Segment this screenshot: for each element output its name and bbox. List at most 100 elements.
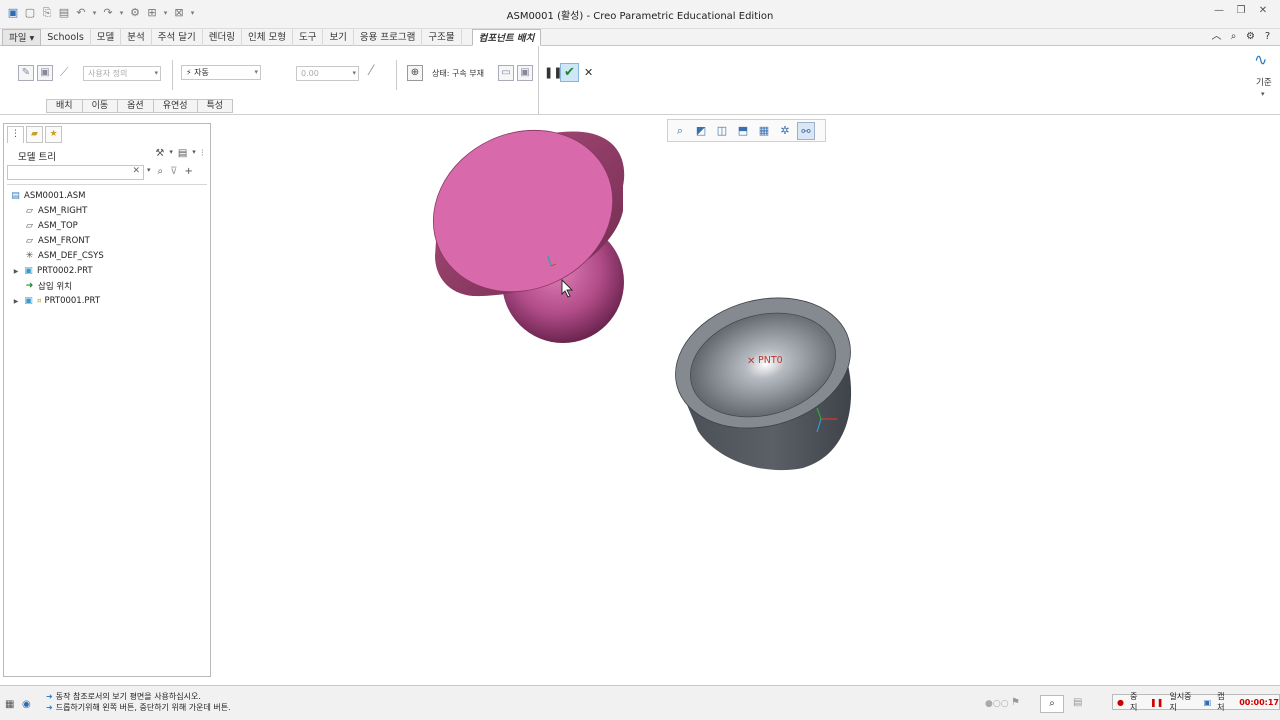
record-pause-icon[interactable]: ❚❚ <box>1150 698 1163 707</box>
progress-dots-icon: ●○○ <box>985 699 1009 709</box>
constraint-set-combo[interactable]: 사용자 정의 ▾ <box>83 66 161 81</box>
menu-tools[interactable]: 도구 <box>293 29 324 46</box>
model-tree-panel: ⋮ ▰ ★ 모델 트리 ⚒ ▾ ▤ ▾ ⁝ ✕ ▾ ⌕ ⊽ + ▤ ASM000… <box>3 123 211 677</box>
show-dropdown-icon[interactable]: ▾ <box>192 148 196 159</box>
ribbon: ✎ ▣ ⟋ 사용자 정의 ▾ ⚡ 자동 ▾ 0.00 ▾ ⁄ ⊕ 상태: 구속 부재 … <box>0 46 1280 115</box>
tree-node-asm-top[interactable]: ▱ ASM_TOP <box>24 219 78 233</box>
recorder-pause-button[interactable]: 일시중지 <box>1169 691 1197 713</box>
find-icon[interactable]: ⌕ <box>158 166 164 177</box>
curve-icon[interactable]: ⟋ <box>60 65 68 80</box>
maximize-icon[interactable]: ❐ <box>1234 4 1248 18</box>
assembly-window-icon[interactable]: ▣ <box>517 65 533 81</box>
point-marker-icon: ✕ <box>747 356 755 367</box>
subtab-properties[interactable]: 특성 <box>196 99 234 113</box>
menu-applications[interactable]: 응용 프로그램 <box>354 29 423 46</box>
subtab-placement[interactable]: 배치 <box>46 99 82 113</box>
menu-render[interactable]: 렌더링 <box>203 29 242 46</box>
expand-icon[interactable]: ▶ <box>12 298 20 305</box>
info-arrow-icon: ➜ <box>46 692 53 701</box>
record-stop-icon[interactable]: ● <box>1117 698 1124 707</box>
packaged-marker-icon: ¤ <box>37 297 42 305</box>
move-icon[interactable]: ⊕ <box>407 65 423 81</box>
folder-browser-tab-icon[interactable]: ▰ <box>26 126 43 143</box>
assembly-icon: ▤ <box>11 190 20 201</box>
subtab-flexibility[interactable]: 유연성 <box>152 99 197 113</box>
menu-bar: 파일 ▾ Schools 모델 분석 주석 달기 렌더링 인체 모형 도구 보기… <box>0 29 1280 46</box>
point-label: PNT0 <box>758 355 783 366</box>
constraint-type-combo[interactable]: ⚡ 자동 ▾ <box>181 65 261 80</box>
menu-manikin[interactable]: 인체 모형 <box>242 29 293 46</box>
tree-node-asm-def-csys[interactable]: ✳ ASM_DEF_CSYS <box>24 249 104 263</box>
favorites-tab-icon[interactable]: ★ <box>45 126 62 143</box>
settings-icon[interactable]: ⚙ <box>1244 30 1257 44</box>
menu-view[interactable]: 보기 <box>323 29 354 46</box>
help-icon[interactable]: ? <box>1261 30 1274 44</box>
tree-node-prt0001[interactable]: ▶ ▣ ¤ PRT0001.PRT <box>12 294 100 308</box>
title-bar: ▣ ▢ ⎘ ▤ ↶ ▾ ↷ ▾ ⚙ ⊞ ▾ ⊠ ▾ ASM0001 (활성) -… <box>0 0 1280 29</box>
graphics-viewport[interactable]: ⌕ ◩ ◫ ⬒ ▦ ✲ ⚯ ✕ PNT0 <box>213 116 1280 685</box>
recorder-capture-button[interactable]: 캡처 <box>1217 691 1231 713</box>
status-label: 상태: 구속 부재 <box>432 69 484 78</box>
add-icon[interactable]: + <box>184 166 192 177</box>
flip-icon[interactable]: ⁄ <box>370 63 372 79</box>
minimize-icon[interactable]: — <box>1212 4 1226 18</box>
tab-component-placement[interactable]: 컴포넌트 배치 <box>471 29 542 46</box>
separate-window-icon[interactable]: ▭ <box>498 65 514 81</box>
menu-framework[interactable]: 구조물 <box>422 29 462 46</box>
tree-search-input[interactable]: ✕ <box>7 165 144 180</box>
ok-checkmark-icon[interactable]: ✔ <box>560 63 579 82</box>
tree-settings-dropdown-icon[interactable]: ▾ <box>169 148 173 159</box>
part-icon: ▣ <box>24 295 33 306</box>
capture-icon[interactable]: ▣ <box>1204 698 1212 707</box>
collapse-ribbon-icon[interactable]: ︿ <box>1210 30 1223 44</box>
close-icon[interactable]: ✕ <box>1256 4 1270 18</box>
show-icon[interactable]: ▤ <box>178 148 187 159</box>
recorder-timer: 00:00:17 <box>1239 697 1279 707</box>
cancel-icon[interactable]: ✕ <box>584 66 593 79</box>
info-arrow-icon: ➜ <box>46 703 53 712</box>
recorder-bar: ● 중지 ❚❚ 일시중지 ▣ 캡처 00:00:17 <box>1112 691 1280 713</box>
expand-icon[interactable]: ▶ <box>12 268 20 275</box>
datum-plane-icon: ▱ <box>26 205 33 216</box>
menu-annotate[interactable]: 주석 달기 <box>152 29 203 46</box>
datum-label[interactable]: 기준 <box>1256 76 1272 88</box>
filter-icon[interactable]: ⊽ <box>170 166 177 177</box>
tree-node-prt0002[interactable]: ▶ ▣ PRT0002.PRT <box>12 264 93 278</box>
menu-analysis[interactable]: 분석 <box>121 29 152 46</box>
datum-dropdown-icon[interactable]: ▾ <box>1261 90 1265 98</box>
model-tree-tab-icon[interactable]: ⋮ <box>7 126 24 143</box>
window-title: ASM0001 (활성) - Creo Parametric Education… <box>506 11 774 22</box>
subtab-move[interactable]: 이동 <box>81 99 118 113</box>
offset-input[interactable]: 0.00 ▾ <box>296 66 359 81</box>
model-tree-title: 모델 트리 <box>18 152 56 163</box>
edit-icon[interactable]: ✎ <box>18 65 34 81</box>
model-tree-toggle-icon[interactable]: ▦ <box>5 699 14 710</box>
menu-model[interactable]: 모델 <box>91 29 122 46</box>
status-bar: ▦ ◉ ➜ 동작 참조로서의 보기 평면을 사용하십시오. ➜ 드롭하기위해 왼쪽 … <box>0 685 1280 720</box>
menu-file[interactable]: 파일 ▾ <box>2 29 42 46</box>
status-message-2: ➜ 드롭하기위해 왼쪽 버튼, 중단하기 위해 가운데 버튼. <box>46 703 231 712</box>
clear-search-icon[interactable]: ✕ <box>132 166 140 176</box>
selection-filter-icon[interactable]: ▤ <box>1073 697 1082 708</box>
flag-icon[interactable]: ⚑ <box>1011 697 1020 708</box>
search-dropdown-icon[interactable]: ▾ <box>147 166 151 177</box>
recorder-stop-button[interactable]: 중지 <box>1130 691 1144 713</box>
datum-icon[interactable]: ∿ <box>1254 50 1267 69</box>
flexible-icon[interactable]: ▣ <box>37 65 53 81</box>
tree-columns-icon[interactable]: ⁝ <box>201 148 204 159</box>
subtab-options[interactable]: 옵션 <box>117 99 153 113</box>
search-icon[interactable]: ⌕ <box>1227 30 1240 44</box>
menu-schools[interactable]: Schools <box>41 29 91 46</box>
model-canvas[interactable]: ✕ PNT0 <box>213 116 1280 685</box>
tree-node-asm0001[interactable]: ▤ ASM0001.ASM <box>10 189 85 203</box>
tree-node-asm-right[interactable]: ▱ ASM_RIGHT <box>24 204 87 218</box>
part-prt0002-cup[interactable] <box>661 279 866 471</box>
status-message-1: ➜ 동작 참조로서의 보기 평면을 사용하십시오. <box>46 692 201 701</box>
datum-plane-icon: ▱ <box>26 220 33 231</box>
part-icon: ▣ <box>24 265 33 276</box>
tree-node-insert-here[interactable]: ➜ 삽입 위치 <box>24 279 72 293</box>
find-binoculars-icon[interactable]: ⌕ <box>1040 695 1064 713</box>
tree-settings-icon[interactable]: ⚒ <box>155 148 164 159</box>
browser-toggle-icon[interactable]: ◉ <box>22 699 31 710</box>
tree-node-asm-front[interactable]: ▱ ASM_FRONT <box>24 234 90 248</box>
